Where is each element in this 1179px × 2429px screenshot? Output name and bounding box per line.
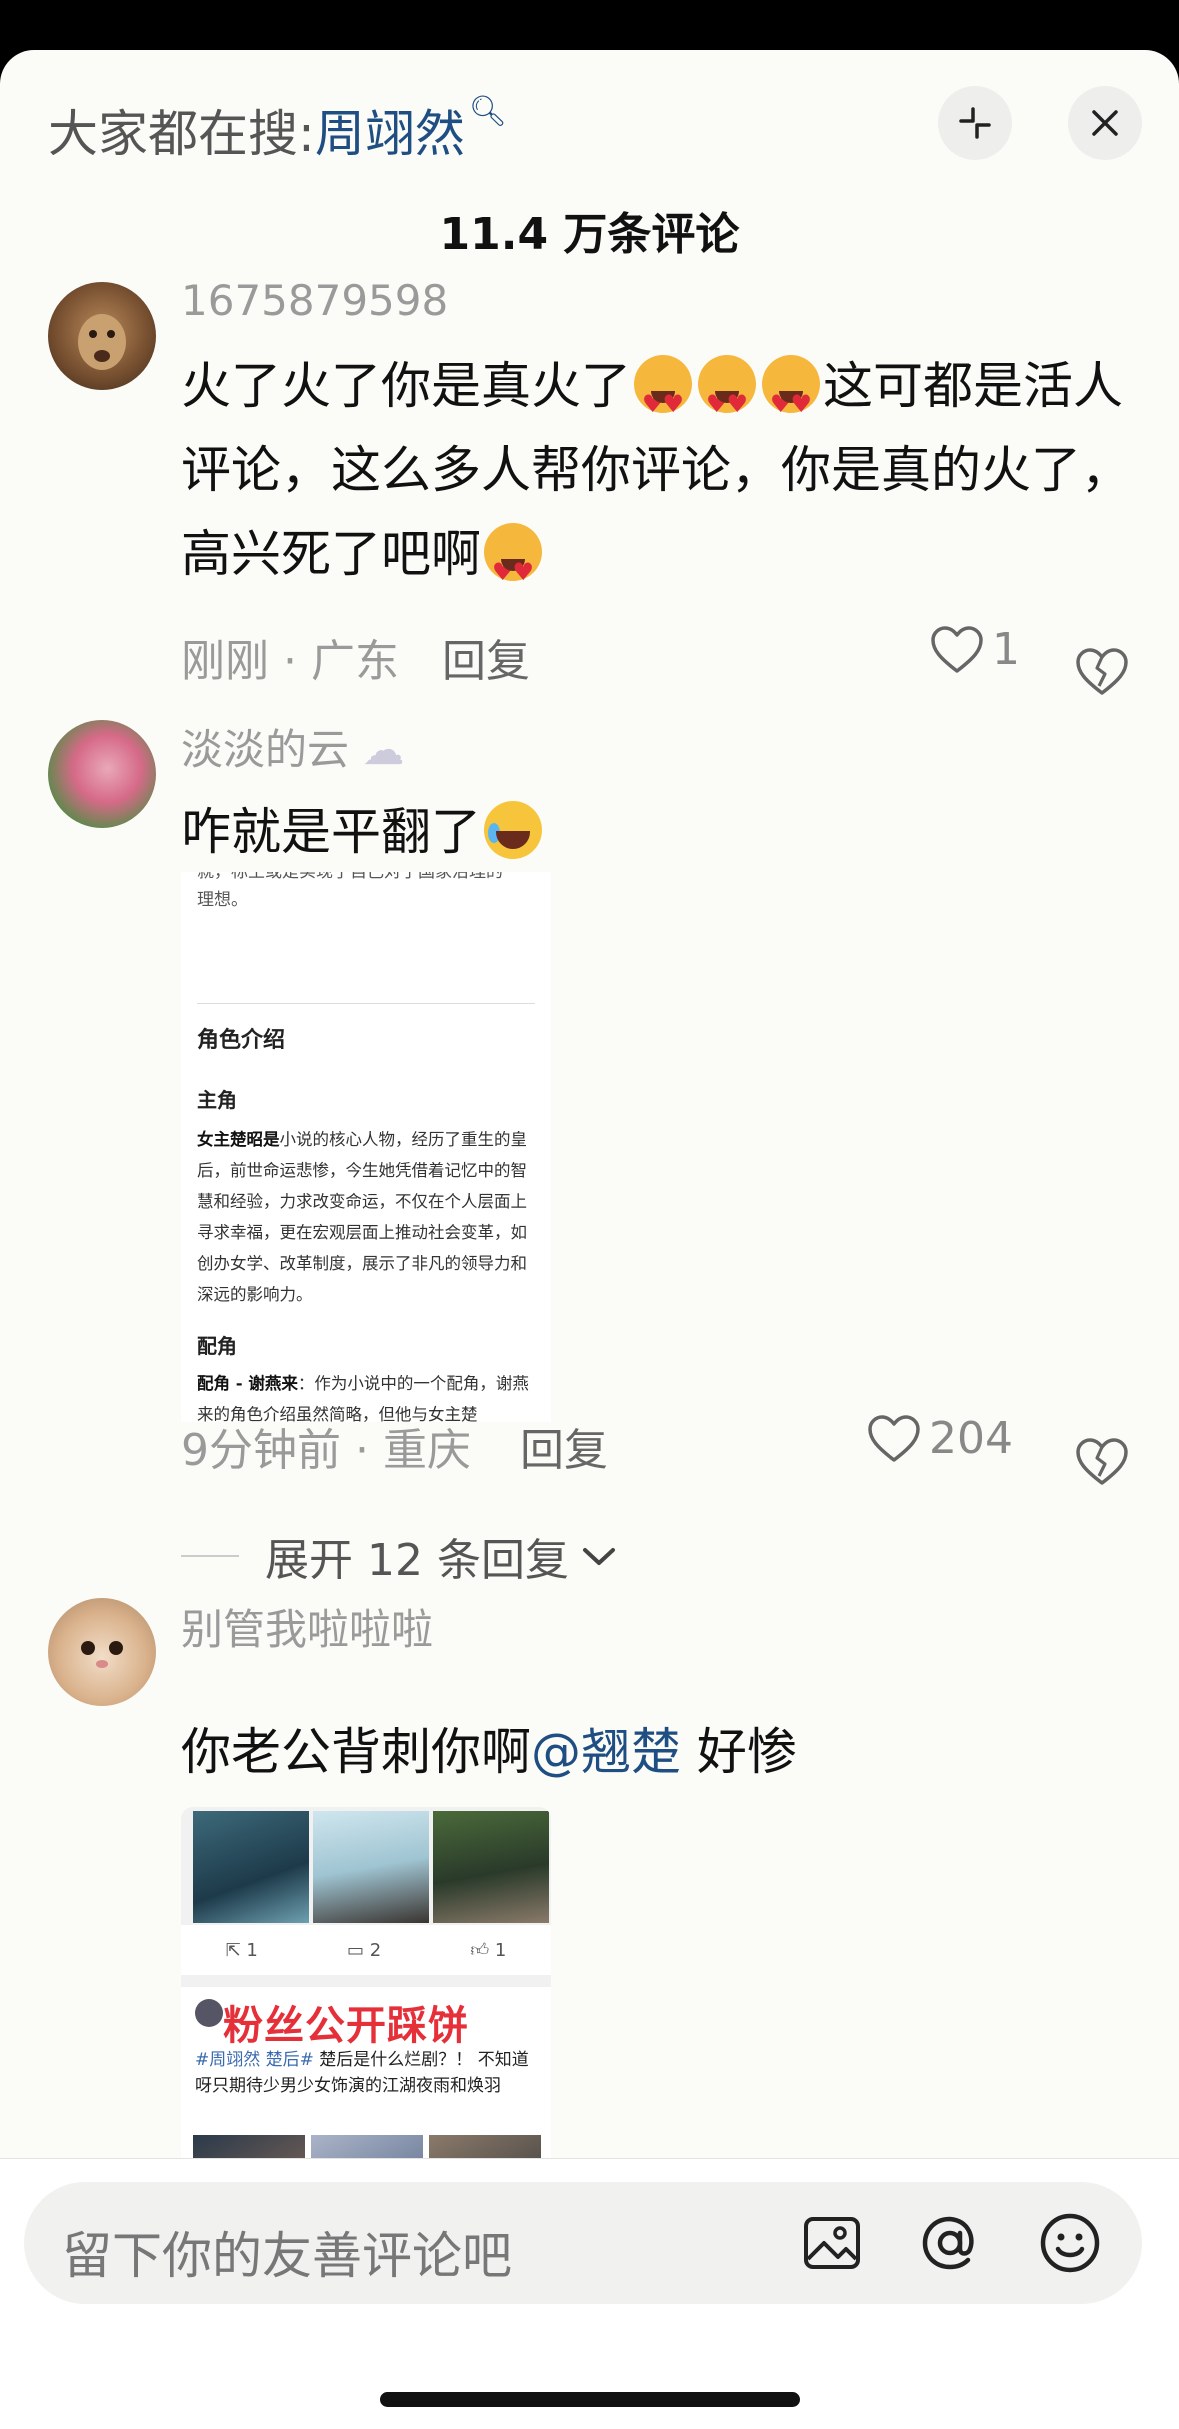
image-post-text: #周翊然 楚后# 楚后是什么烂剧？！ 不知道呀只期待少男少女饰演的江湖夜雨和焕羽 — [195, 2047, 540, 2099]
avatar[interactable] — [48, 720, 156, 828]
image-subheading: 主角 — [197, 1088, 237, 1112]
comment-count-title: 11.4 万条评论 — [439, 209, 740, 260]
lion-avatar-image — [78, 314, 126, 370]
reply-button[interactable]: 回复 — [520, 1414, 608, 1478]
comment-text-part: 火了火了你是真火了 — [181, 357, 631, 415]
close-icon — [1092, 110, 1118, 136]
comment-time-location: 9分钟前 · 重庆 — [181, 1425, 471, 1476]
image-post-tags: #周翊然 楚后# — [195, 2050, 314, 2070]
search-suggestion-prefix: 大家都在搜: — [48, 105, 315, 163]
image-photo — [193, 1811, 309, 1923]
image-post-avatar — [195, 1999, 223, 2027]
reply-button[interactable]: 回复 — [442, 625, 530, 689]
cloud-icon: ☁ — [362, 725, 405, 774]
comment-input-placeholder: 留下你的友善评论吧 — [62, 2227, 512, 2285]
search-suggestion[interactable]: 大家都在搜:周翊然 🔍︎ — [48, 94, 507, 166]
image-bold-text: 配角 - 谢燕来 — [197, 1374, 298, 1393]
like-count: 👍︎ 1 — [470, 1940, 507, 1961]
share-count: ⇱ 1 — [225, 1939, 258, 1961]
home-indicator[interactable] — [380, 2392, 800, 2407]
image-text: 就，标王或是实现了自己对于国家治理的理想。 — [197, 872, 503, 914]
expand-divider-line — [181, 1555, 239, 1557]
comment-text-part: 你老公背刺你啊 — [181, 1723, 531, 1781]
comment-count: ▭ 2 — [347, 1939, 382, 1961]
image-subheading: 配角 — [197, 1334, 237, 1358]
comment-text: 火了火了你是真火了这可都是活人评论，这么多人帮你评论，你是真的火了，高兴死了吧啊 — [181, 344, 1141, 614]
like-button[interactable]: 204 — [867, 1413, 1013, 1464]
heart-icon — [931, 625, 983, 673]
comment-text-part: 咋就是平翻了 — [181, 803, 481, 861]
cat-avatar-image — [81, 1641, 123, 1668]
image-heading: 角色介绍 — [197, 1027, 286, 1053]
mention-at-icon[interactable] — [918, 2211, 982, 2275]
laughing-tears-emoji-icon — [484, 801, 542, 859]
image-picker-icon[interactable] — [800, 2211, 864, 2275]
image-overlay-text: 粉丝公开踩饼 — [223, 2003, 469, 2049]
image-action-bar: ⇱ 1 ▭ 2 👍︎ 1 — [181, 1925, 551, 1975]
like-count: 204 — [929, 1413, 1013, 1464]
expand-replies-label: 展开 12 条回复 — [265, 1535, 569, 1586]
like-count: 1 — [992, 624, 1020, 675]
comment-image[interactable]: 就，标王或是实现了自己对于国家治理的理想。 角色介绍 主角 女主楚昭是小说的核心… — [181, 872, 551, 1422]
image-bold-text: 女主楚昭是 — [197, 1130, 280, 1149]
search-icon: 🔍︎ — [468, 94, 507, 129]
collapse-icon — [959, 107, 991, 139]
comment-time-location: 刚刚 · 广东 — [181, 636, 399, 687]
image-text-line: 理想。 — [197, 890, 248, 910]
search-suggestion-keyword[interactable]: 周翊然 — [315, 105, 465, 163]
avatar[interactable] — [48, 282, 156, 390]
broken-heart-dislike-icon[interactable] — [1075, 1436, 1129, 1488]
like-button[interactable]: 1 — [930, 624, 1020, 675]
broken-heart-dislike-icon[interactable] — [1075, 646, 1129, 698]
emoji-icon[interactable] — [1038, 2211, 1102, 2275]
close-button[interactable] — [1068, 86, 1142, 160]
collapse-button[interactable] — [938, 86, 1012, 160]
image-photo — [433, 1811, 549, 1923]
expand-replies-button[interactable]: 展开 12 条回复 — [181, 1524, 617, 1588]
image-text-line: 小说的核心人物，经历了重生的皇后，前世命运悲惨，今生她凭借着记忆中的智慧和经验，… — [197, 1130, 527, 1304]
comment-username[interactable]: 1675879598 — [181, 276, 448, 325]
heart-eyes-emoji-icon — [698, 355, 756, 446]
heart-icon — [868, 1414, 920, 1462]
mention-link[interactable]: @翘楚 — [531, 1723, 681, 1781]
heart-eyes-emoji-icon — [484, 523, 542, 614]
comment-image[interactable]: ⇱ 1 ▭ 2 👍︎ 1 粉丝公开踩饼 #周翊然 楚后# 楚后是什么烂剧？！ 不… — [181, 1807, 551, 2207]
comment-text: 咋就是平翻了 — [181, 790, 1141, 874]
comment-count-value: 2 — [369, 1939, 382, 1961]
like-count-value: 1 — [494, 1940, 507, 1961]
comment-username[interactable]: 淡淡的云 ☁ — [181, 716, 404, 777]
comment-text: 你老公背刺你啊@翘楚 好惨 — [181, 1710, 1141, 1794]
username-text: 淡淡的云 — [181, 725, 350, 774]
chevron-down-icon — [582, 1548, 615, 1565]
image-text-line: 就，标王或是实现了自己对于国家治理的 — [197, 872, 503, 882]
image-photo — [313, 1811, 429, 1923]
image-paragraph: 女主楚昭是小说的核心人物，经历了重生的皇后，前世命运悲惨，今生她凭借着记忆中的智… — [197, 1124, 537, 1310]
comment-username[interactable]: 别管我啦啦啦 — [181, 1596, 433, 1657]
comment-text-part: 好惨 — [681, 1723, 797, 1781]
image-divider — [197, 1003, 535, 1004]
comments-sheet: 大家都在搜:周翊然 🔍︎ 11.4 万条评论 1675879598 火了火了你是真… — [0, 50, 1179, 2429]
share-count-value: 1 — [246, 1939, 258, 1961]
heart-eyes-emoji-icon — [762, 355, 820, 446]
avatar[interactable] — [48, 1598, 156, 1706]
heart-eyes-emoji-icon — [634, 355, 692, 446]
